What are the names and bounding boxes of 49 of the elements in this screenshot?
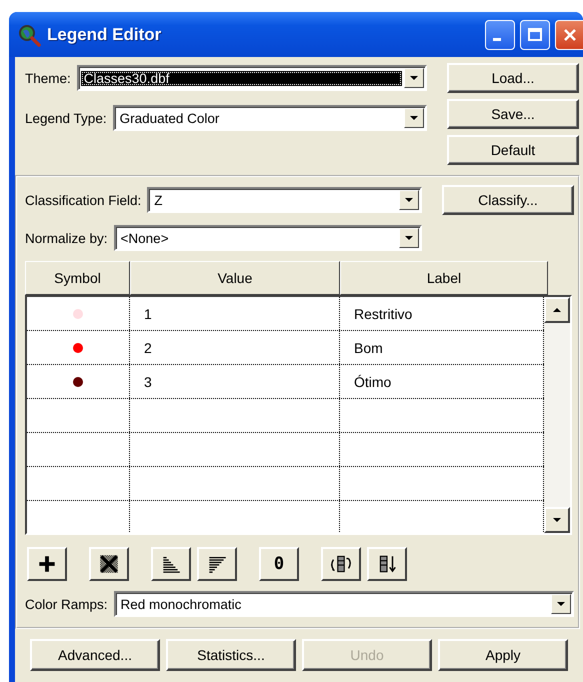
sort-button[interactable] (367, 547, 407, 581)
classification-field-label: Classification Field: (25, 192, 142, 208)
delete-button[interactable] (89, 547, 129, 581)
symbol-dot-icon[interactable] (73, 376, 83, 386)
table-cell: 2 (130, 331, 340, 364)
symbol-dot-icon[interactable] (73, 308, 83, 318)
dialog-button[interactable]: Advanced... (30, 639, 160, 671)
theme-dropdown[interactable]: Classes30.dbf (76, 65, 427, 91)
dialog-button[interactable]: Save... (447, 99, 579, 129)
delete-icon (98, 553, 120, 575)
classify-button[interactable]: Classify... (442, 185, 574, 215)
add-button[interactable] (27, 547, 67, 581)
dialog-button[interactable]: Load... (447, 63, 579, 93)
normalize-by-dropdown[interactable]: <None> (114, 225, 422, 251)
column-header[interactable]: Label (340, 261, 548, 295)
dialog-button[interactable]: Default (447, 135, 579, 165)
table-cell: 1 (130, 297, 340, 330)
vertical-scrollbar[interactable] (544, 297, 570, 533)
ascending-button[interactable] (151, 547, 191, 581)
descending-button[interactable] (197, 547, 237, 581)
dropdown-arrow-icon[interactable] (556, 601, 566, 607)
zero-button[interactable]: 0 (259, 547, 299, 581)
maximize-button[interactable] (520, 20, 550, 50)
flip-button[interactable] (321, 547, 361, 581)
column-header[interactable]: Value (130, 261, 340, 295)
scroll-down-icon[interactable] (552, 517, 562, 523)
theme-label: Theme: (25, 70, 71, 86)
column-header[interactable]: Symbol (25, 261, 130, 295)
dropdown-arrow-icon[interactable] (404, 197, 414, 203)
close-button[interactable] (555, 20, 583, 50)
dropdown-arrow-icon[interactable] (404, 235, 414, 241)
dropdown-arrow-icon[interactable] (409, 75, 419, 81)
color-ramps-label: Color Ramps: (25, 596, 108, 612)
minimize-icon (493, 38, 501, 41)
minimize-button[interactable] (485, 20, 515, 50)
globe-magnifier-icon (17, 22, 41, 46)
dialog-button[interactable]: Apply (438, 639, 568, 671)
classification-field-dropdown[interactable]: Z (147, 187, 422, 213)
symbol-dot-icon[interactable] (73, 342, 83, 352)
flip-ramp-icon (328, 553, 354, 575)
window-title: Legend Editor (47, 24, 162, 44)
color-ramps-dropdown[interactable]: Red monochromatic (114, 591, 574, 617)
table-cell: 3 (130, 365, 340, 398)
dropdown-arrow-icon[interactable] (409, 115, 419, 121)
scroll-up-icon[interactable] (552, 307, 562, 313)
legend-type-dropdown[interactable]: Graduated Color (112, 105, 427, 131)
legend-type-label: Legend Type: (25, 110, 107, 126)
normalize-by-label: Normalize by: (25, 230, 108, 246)
dialog-button[interactable]: Statistics... (166, 639, 296, 671)
